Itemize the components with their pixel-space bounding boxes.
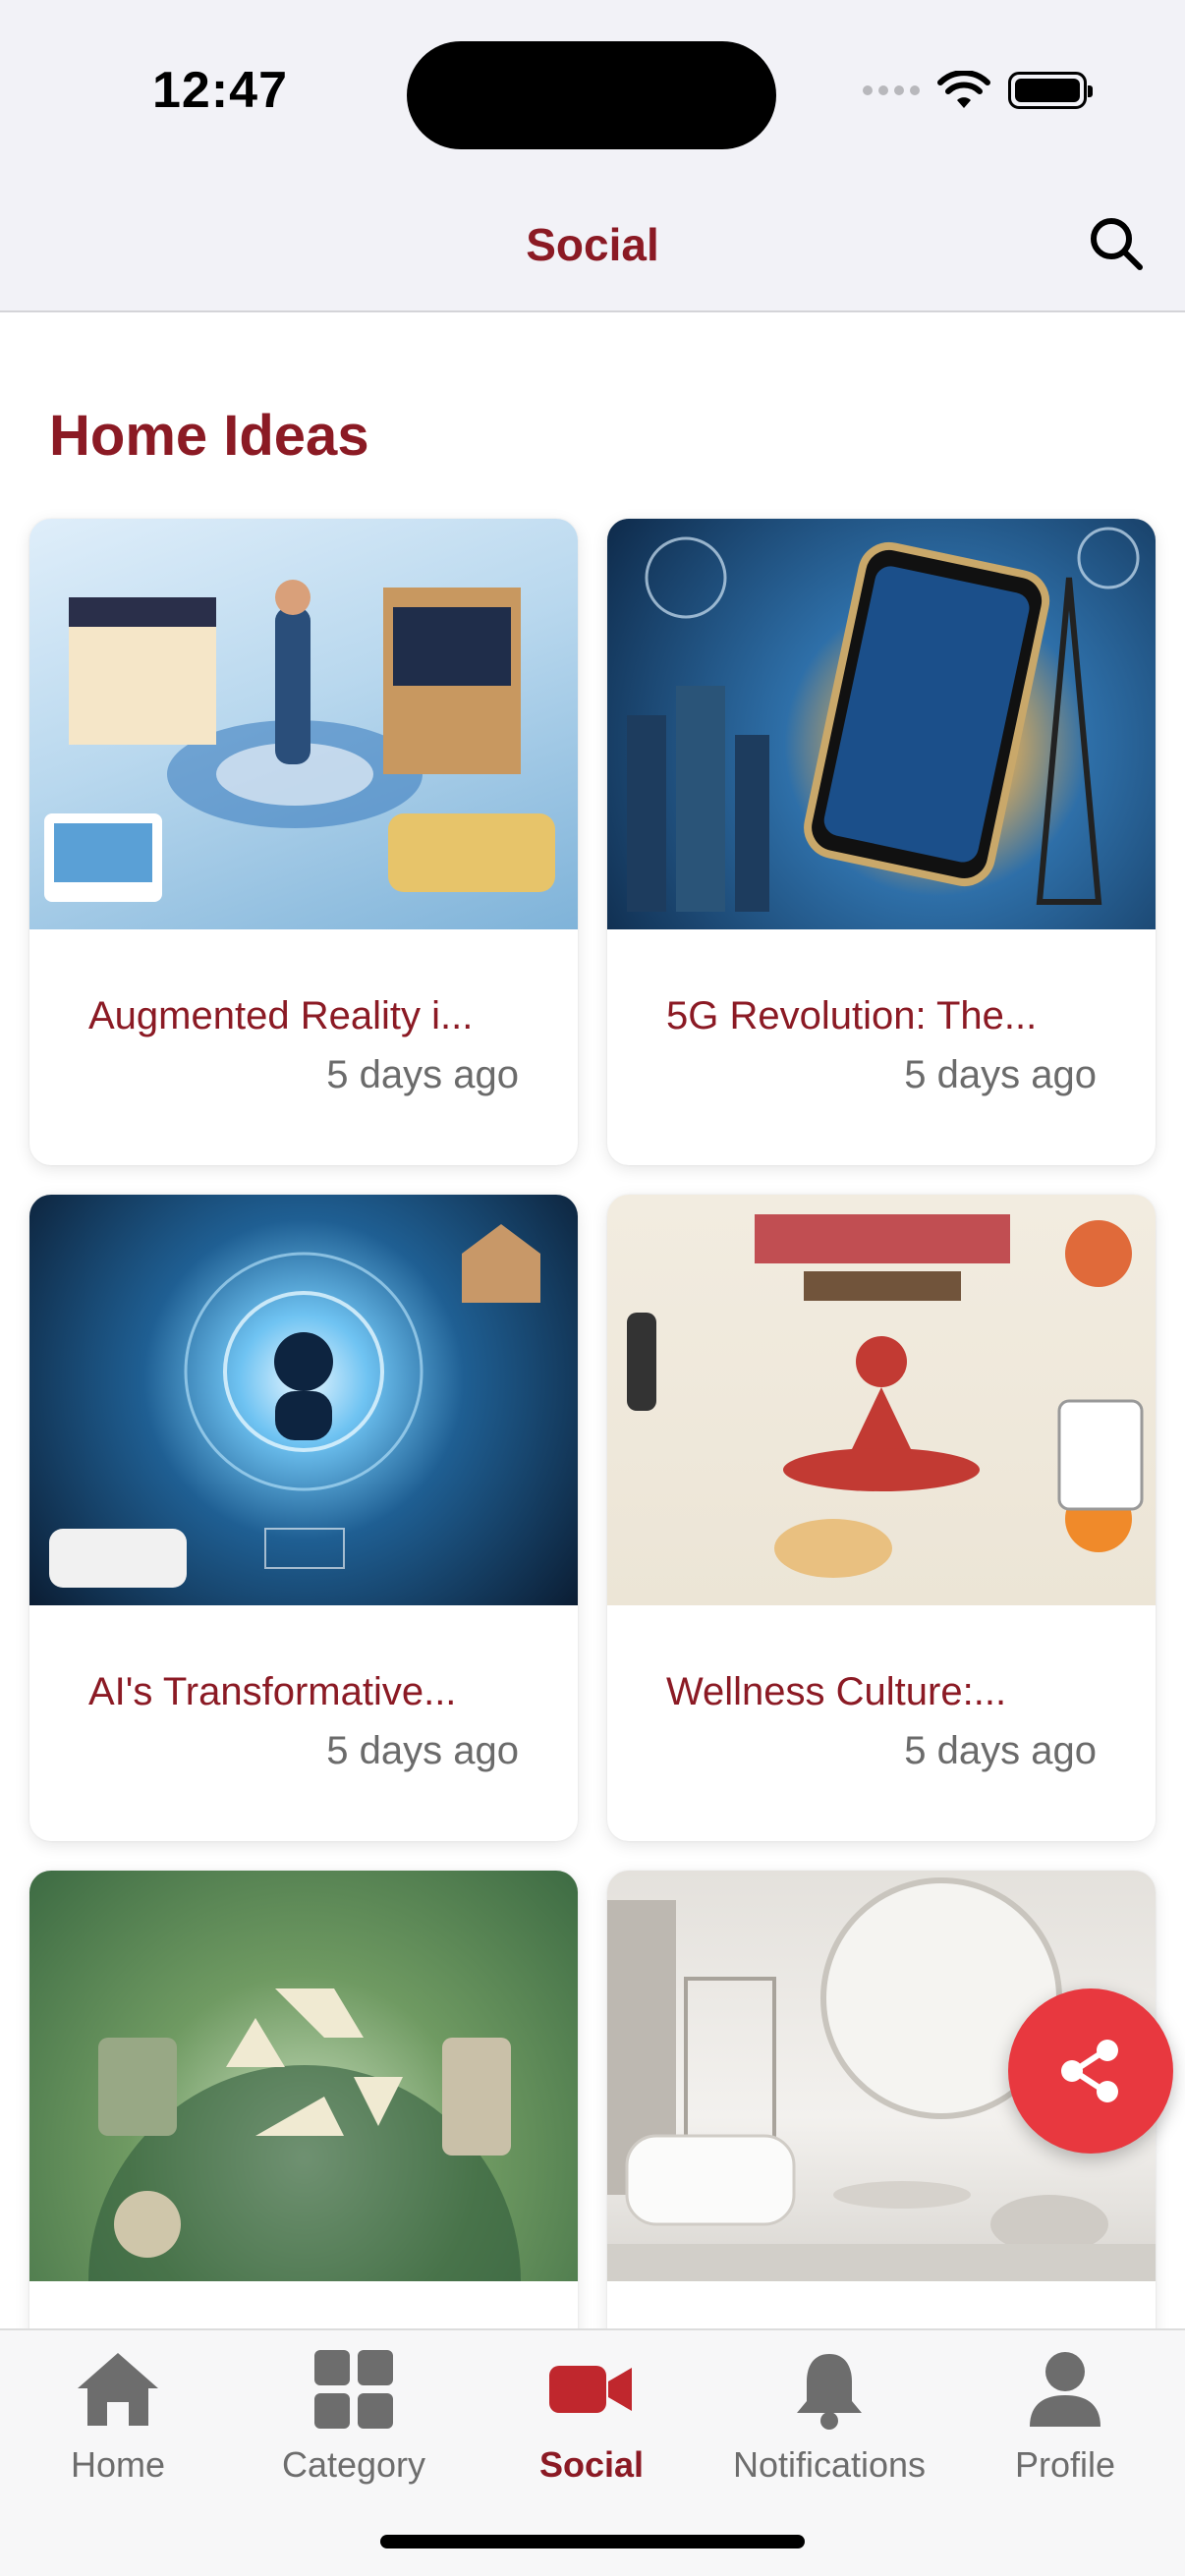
post-card[interactable]: Wellness Culture:... 5 days ago <box>607 1195 1156 1841</box>
share-icon <box>1061 2040 1118 2102</box>
post-thumbnail <box>607 519 1156 929</box>
share-fab-button[interactable] <box>1008 1988 1173 2154</box>
posts-grid: Augmented Reality i... 5 days ago 5G Rev… <box>29 519 1156 2517</box>
tab-label: Notifications <box>732 2444 927 2485</box>
post-title: 5G Revolution: The... <box>666 994 1038 1037</box>
post-date: 5 days ago <box>326 1729 519 1772</box>
5g-revolution-illustration <box>627 527 1140 912</box>
tab-social[interactable]: Social <box>474 2330 709 2497</box>
dynamic-island <box>407 41 776 149</box>
post-date: 5 days ago <box>904 1053 1097 1096</box>
post-card[interactable]: AI's Transformative... 5 days ago <box>29 1195 578 1841</box>
post-card[interactable]: 5G Revolution: The... 5 days ago <box>607 519 1156 1165</box>
person-icon <box>1030 2352 1100 2427</box>
section-title: Home Ideas <box>49 404 369 468</box>
tab-profile[interactable]: Profile <box>947 2330 1183 2497</box>
wellness-culture-illustration <box>627 1214 1144 1578</box>
tab-notifications[interactable]: Notifications <box>711 2330 947 2497</box>
video-camera-icon <box>549 2366 632 2413</box>
post-card[interactable]: Augmented Reality i... 5 days ago <box>29 519 578 1165</box>
home-icon <box>78 2353 158 2426</box>
tab-home[interactable]: Home <box>0 2330 236 2497</box>
post-title: Wellness Culture:... <box>666 1670 1007 1713</box>
tab-label: Social <box>538 2444 645 2485</box>
page-title: Social <box>526 219 659 270</box>
post-title: Augmented Reality i... <box>88 994 474 1037</box>
post-thumbnail <box>607 1195 1156 1605</box>
recycling-fashion-illustration <box>88 1988 521 2281</box>
wifi-icon <box>937 71 990 108</box>
tab-label: Profile <box>1014 2444 1116 2485</box>
grid-icon <box>314 2350 393 2429</box>
home-indicator[interactable] <box>380 2535 805 2548</box>
post-thumbnail <box>29 1871 578 2281</box>
post-thumbnail <box>29 1195 578 1605</box>
search-button[interactable] <box>1079 206 1154 281</box>
status-time: 12:47 <box>152 62 288 119</box>
post-date: 5 days ago <box>326 1053 519 1096</box>
bell-icon <box>797 2354 862 2430</box>
tab-label: Home <box>70 2444 166 2485</box>
tab-label: Category <box>281 2444 426 2485</box>
status-icons <box>863 71 1093 110</box>
ai-transformative-illustration <box>49 1224 540 1588</box>
top-bar: 12:47 Social <box>0 0 1185 312</box>
post-thumbnail <box>29 519 578 929</box>
cellular-signal-icon <box>863 85 920 95</box>
search-icon <box>1091 218 1143 270</box>
augmented-reality-illustration <box>44 580 555 902</box>
tab-category[interactable]: Category <box>236 2330 472 2497</box>
post-title: AI's Transformative... <box>88 1670 457 1713</box>
battery-icon <box>1008 72 1093 109</box>
post-date: 5 days ago <box>904 1729 1097 1772</box>
